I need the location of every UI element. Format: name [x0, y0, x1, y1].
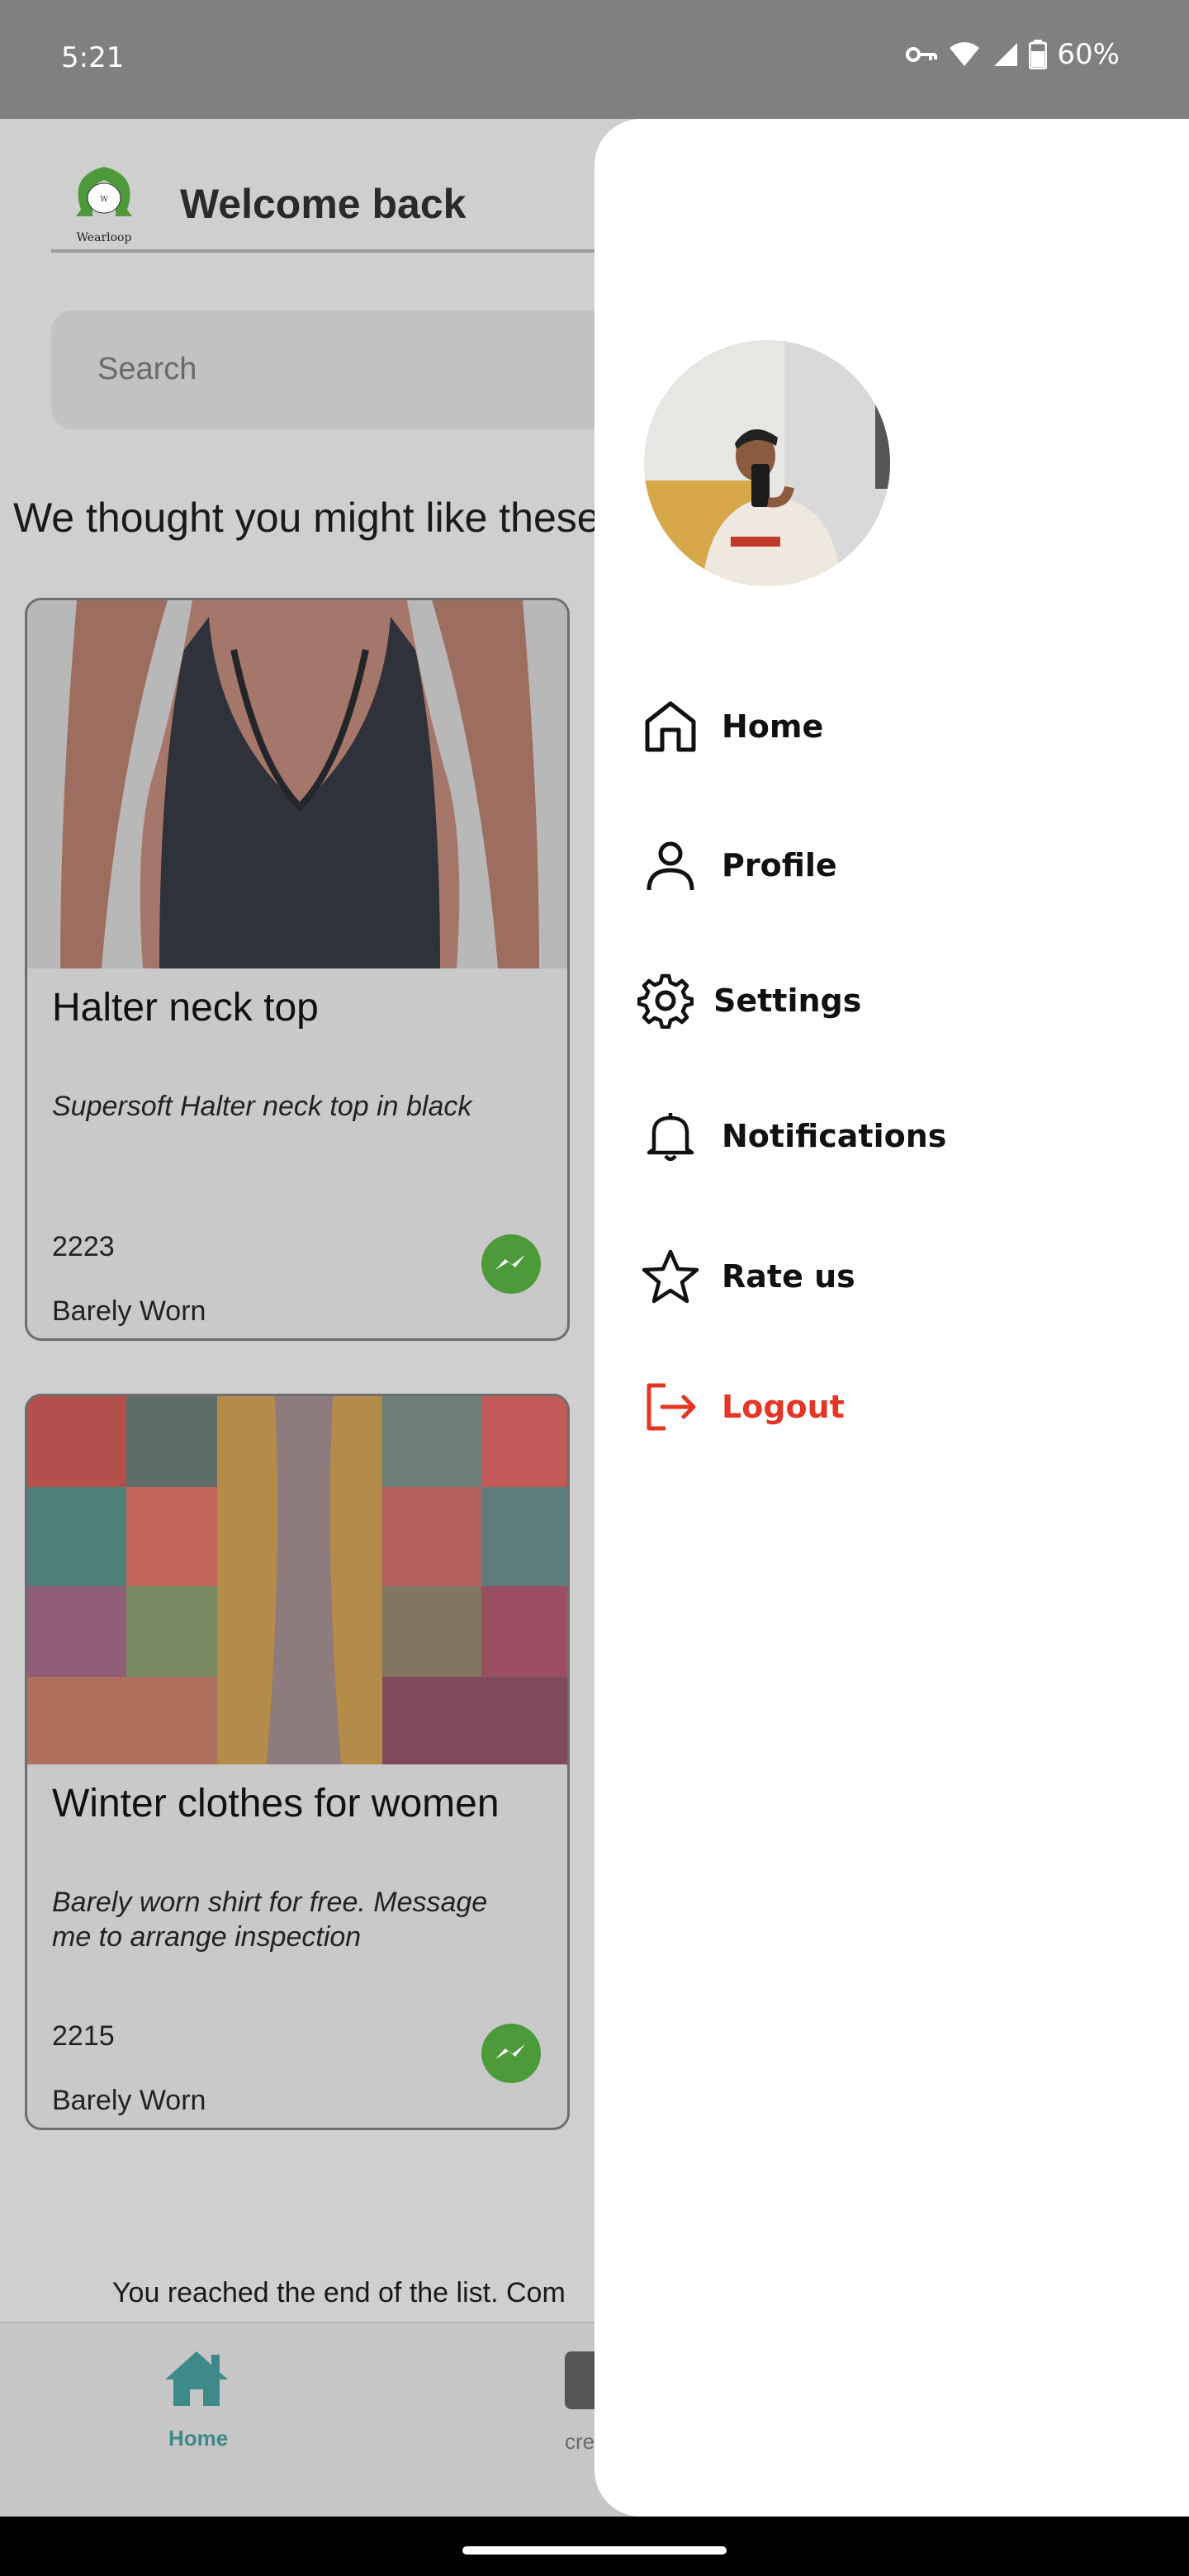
- status-icons: 60%: [905, 38, 1120, 71]
- drawer-item-profile[interactable]: Profile: [641, 836, 837, 895]
- svg-text:W: W: [100, 196, 108, 204]
- home-icon: [641, 697, 700, 756]
- drawer-item-label: Rate us: [722, 1258, 855, 1295]
- product-price: 2215: [52, 2020, 115, 2052]
- product-title: Halter neck top: [52, 986, 319, 1030]
- home-indicator[interactable]: [462, 2546, 727, 2555]
- product-description: Barely worn shirt for free. Message me t…: [52, 1887, 488, 1953]
- nav-home[interactable]: Home: [162, 2348, 236, 2451]
- product-card[interactable]: Winter clothes for women Barely worn shi…: [25, 1394, 570, 2130]
- messenger-icon: [495, 1255, 525, 1270]
- vpn-key-icon: [906, 47, 938, 62]
- logout-icon: [641, 1377, 700, 1437]
- product-description: Supersoft Halter neck top in black: [52, 1091, 472, 1122]
- messenger-button[interactable]: [481, 1234, 541, 1294]
- status-bar: 5:21 60%: [0, 0, 1189, 119]
- drawer-item-home[interactable]: Home: [641, 697, 823, 756]
- wearloop-logo: W Wearloop: [63, 159, 145, 251]
- product-price: 2223: [52, 1231, 115, 1262]
- product-title: Winter clothes for women: [52, 1782, 500, 1825]
- nav-home-label: Home: [168, 2426, 229, 2451]
- battery-percent: 60%: [1057, 38, 1120, 71]
- drawer-item-settings[interactable]: Settings: [636, 971, 861, 1030]
- search-placeholder: Search: [97, 352, 197, 386]
- search-input[interactable]: Search: [51, 310, 679, 429]
- status-time: 5:21: [61, 41, 125, 74]
- messenger-button[interactable]: [481, 2024, 541, 2083]
- battery-icon: [1029, 40, 1048, 69]
- drawer-item-rate-us[interactable]: Rate us: [641, 1247, 855, 1306]
- drawer-item-notifications[interactable]: Notifications: [641, 1106, 946, 1166]
- wifi-icon: [950, 42, 980, 66]
- drawer-item-label: Notifications: [722, 1118, 947, 1154]
- drawer-item-label: Logout: [722, 1389, 845, 1425]
- end-of-list-text: You reached the end of the list. Com: [112, 2277, 566, 2308]
- person-icon: [641, 836, 700, 895]
- logo-text: Wearloop: [77, 231, 132, 244]
- product-condition: Barely Worn: [52, 1295, 206, 1327]
- bell-icon: [641, 1106, 700, 1166]
- drawer-item-label: Profile: [722, 847, 837, 883]
- navigation-drawer: Home Profile Settings Notifications Rate…: [594, 119, 1189, 2517]
- drawer-item-label: Settings: [713, 983, 862, 1019]
- product-condition: Barely Worn: [52, 2085, 206, 2116]
- drawer-item-label: Home: [722, 708, 824, 745]
- nav-create-label: cre: [565, 2429, 595, 2454]
- welcome-title: Welcome back: [180, 181, 467, 227]
- gear-icon: [636, 971, 695, 1030]
- product-image-winter-coat: [27, 1396, 567, 1764]
- signal-icon: [994, 43, 1018, 66]
- avatar[interactable]: [644, 340, 890, 586]
- product-card[interactable]: Halter neck top Supersoft Halter neck to…: [25, 598, 570, 1341]
- home-icon: [165, 2351, 228, 2406]
- drawer-item-logout[interactable]: Logout: [641, 1377, 845, 1437]
- messenger-icon: [495, 2044, 525, 2059]
- header: W Wearloop Welcome back: [51, 159, 613, 253]
- star-icon: [641, 1247, 700, 1306]
- create-icon: [565, 2351, 598, 2409]
- product-image-halter-top: [27, 600, 567, 968]
- section-title: We thought you might like these: [13, 495, 600, 541]
